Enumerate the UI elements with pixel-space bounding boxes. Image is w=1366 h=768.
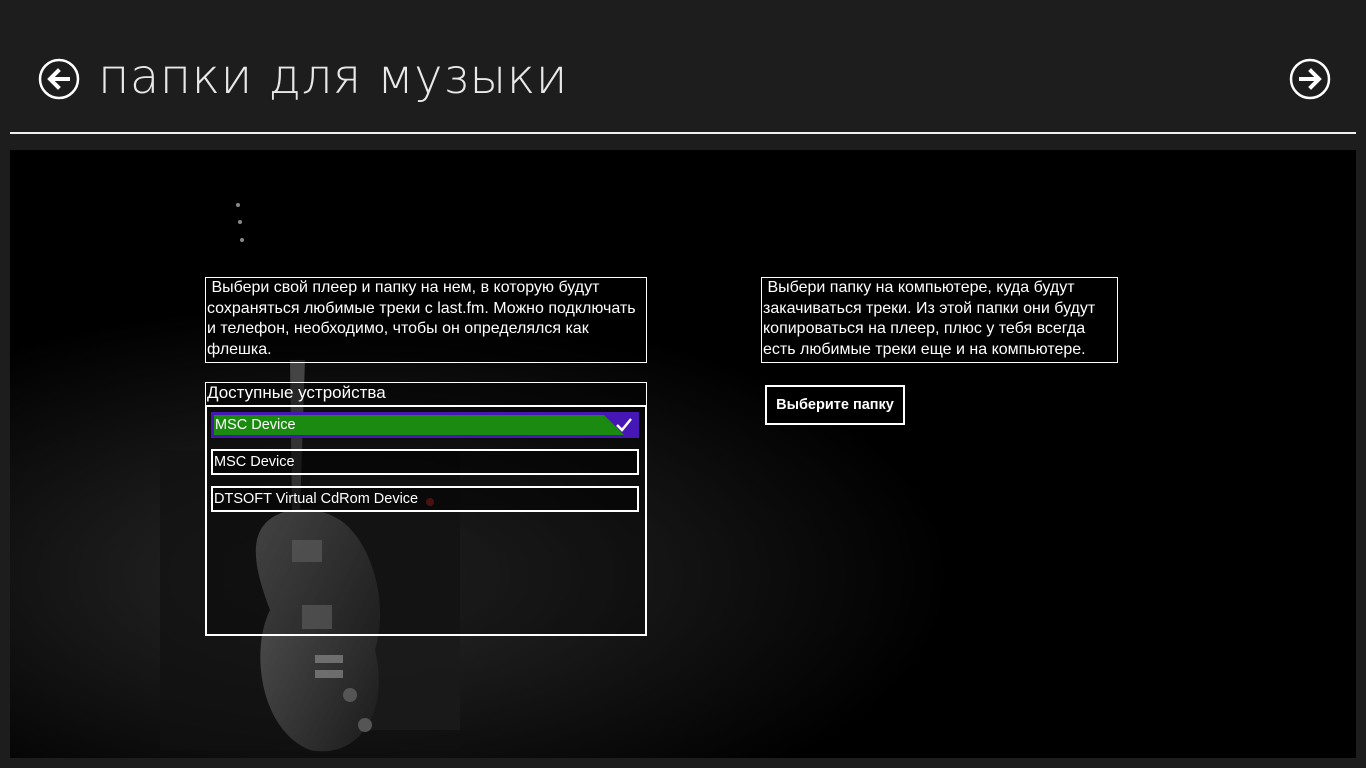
- device-list-item-msc-1[interactable]: MSC Device: [211, 412, 639, 438]
- device-label: DTSOFT Virtual CdRom Device: [214, 491, 419, 507]
- checkmark-icon: [601, 412, 639, 438]
- forward-button[interactable]: [1289, 58, 1331, 100]
- header-divider: [10, 132, 1356, 134]
- devices-list[interactable]: MSC Device MSC Device DTSOFT Virtual CdR…: [205, 406, 647, 636]
- app-header: папки для музыки: [0, 0, 1366, 134]
- page-title: папки для музыки: [98, 49, 568, 105]
- folder-info-text: Выбери папку на компьютере, куда будут з…: [761, 277, 1118, 363]
- device-list-item-msc-2[interactable]: MSC Device: [211, 449, 639, 475]
- choose-folder-button[interactable]: Выберите папку: [765, 385, 905, 425]
- arrow-right-circle-icon: [1289, 58, 1331, 100]
- devices-list-header: Доступные устройства: [205, 382, 647, 406]
- content-area: Выбери свой плеер и папку на нем, в кото…: [10, 150, 1356, 758]
- arrow-left-circle-icon: [38, 58, 80, 100]
- device-info-text: Выбери свой плеер и папку на нем, в кото…: [205, 277, 647, 363]
- device-list-item-dtsoft[interactable]: DTSOFT Virtual CdRom Device: [211, 486, 639, 512]
- back-button[interactable]: [38, 58, 80, 100]
- device-label: MSC Device: [215, 417, 296, 433]
- device-label: MSC Device: [214, 454, 295, 470]
